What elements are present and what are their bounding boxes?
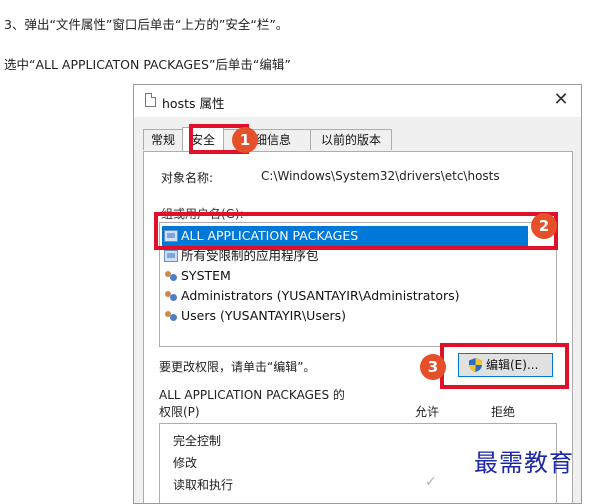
permission-modify: 修改: [173, 456, 198, 470]
callout-badge-3: 3: [420, 354, 446, 380]
permission-full-control: 完全控制: [173, 434, 222, 448]
highlight-all-app-packages: [154, 212, 558, 250]
file-icon: [145, 93, 156, 107]
object-name-label: 对象名称:: [161, 171, 214, 185]
list-item[interactable]: Users (YUSANTAYIR\Users): [164, 306, 346, 326]
object-name-value: C:\Windows\System32\drivers\etc\hosts: [261, 169, 500, 183]
package-icon: [164, 250, 178, 262]
permissions-label: 权限(P): [159, 405, 200, 419]
highlight-edit-button: [440, 343, 569, 389]
allow-column-header: 允许: [415, 405, 440, 419]
users-icon: [164, 310, 178, 322]
user-name: Users (YUSANTAYIR\Users): [181, 308, 347, 323]
instruction-select: 选中“ALL APPLICATON PACKAGES”后单击“编辑”: [4, 57, 291, 72]
tab-general[interactable]: 常规: [143, 129, 183, 150]
user-name: Administrators (YUSANTAYIR\Administrator…: [181, 288, 460, 303]
allow-check-icon: ✓: [425, 474, 437, 490]
list-item[interactable]: Administrators (YUSANTAYIR\Administrator…: [164, 286, 460, 306]
permissions-title: ALL APPLICATION PACKAGES 的: [159, 388, 345, 402]
list-item[interactable]: SYSTEM: [164, 266, 231, 286]
user-name: 所有受限制的应用程序包: [181, 248, 319, 263]
callout-badge-2: 2: [531, 213, 557, 239]
title-bar: hosts 属性 ✕: [134, 85, 581, 117]
tab-previous-versions[interactable]: 以前的版本: [310, 129, 392, 150]
callout-badge-1: 1: [232, 127, 258, 153]
instruction-step3: 3、弹出“文件属性”窗口后单击“上方的”安全“栏”。: [4, 17, 289, 32]
change-permissions-hint: 要更改权限，请单击“编辑”。: [159, 360, 316, 374]
user-name: SYSTEM: [181, 268, 231, 283]
close-icon[interactable]: ✕: [547, 88, 575, 112]
dialog-title: hosts 属性: [162, 96, 225, 111]
deny-column-header: 拒绝: [491, 405, 516, 419]
watermark-text: 最需教育: [474, 449, 574, 477]
permission-read-execute: 读取和执行: [173, 478, 234, 492]
users-icon: [164, 270, 178, 282]
users-icon: [164, 290, 178, 302]
